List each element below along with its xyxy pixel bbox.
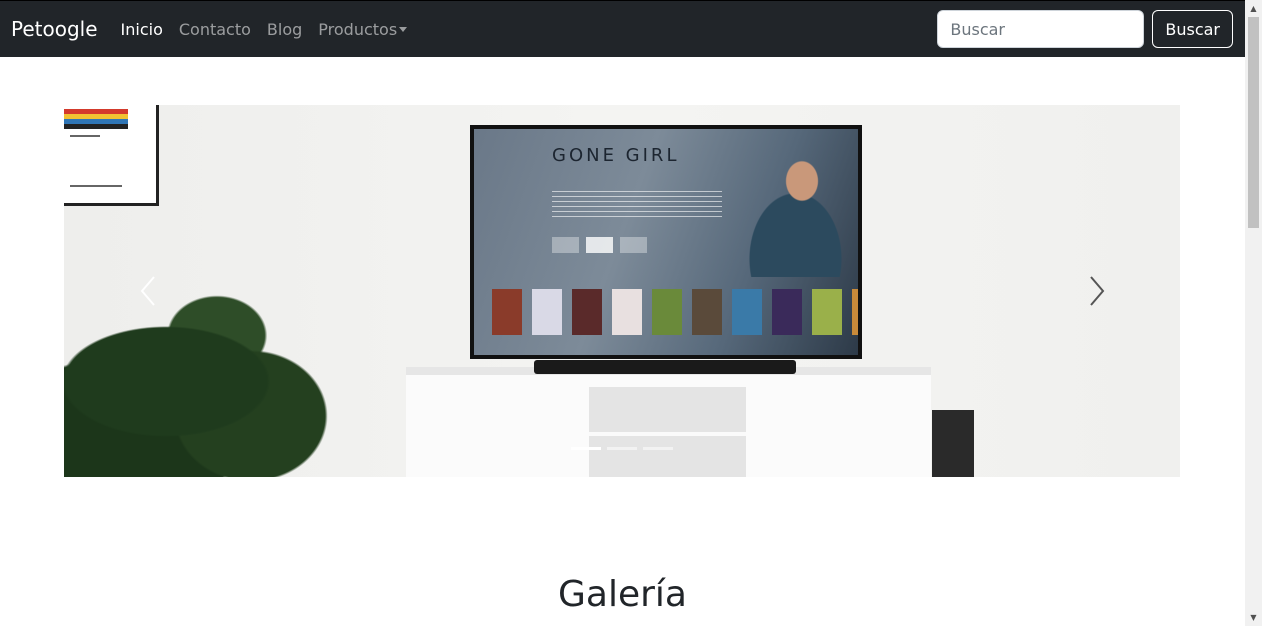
wall-poster-image <box>64 105 159 206</box>
caret-down-icon <box>399 26 408 32</box>
search-button[interactable]: Buscar <box>1152 10 1233 48</box>
scrollbar-thumb[interactable] <box>1248 17 1259 228</box>
search-form: Buscar <box>937 10 1233 48</box>
carousel-indicator-2[interactable] <box>607 447 637 450</box>
nav-dropdown-productos[interactable]: Productos <box>318 19 408 39</box>
tv-cabinet-image <box>406 367 931 477</box>
tv-screen-title: GONE GIRL <box>552 145 680 166</box>
image-carousel: GONE GIRL <box>64 105 1180 477</box>
plant-image <box>64 255 404 477</box>
nav-link-blog[interactable]: Blog <box>267 20 302 39</box>
nav-dropdown-label: Productos <box>318 19 398 39</box>
gallery-section-title: Galería <box>558 574 687 615</box>
vertical-scrollbar[interactable]: ▲ ▼ <box>1245 0 1262 626</box>
scroll-down-icon[interactable]: ▼ <box>1245 609 1262 626</box>
carousel-slide-image: GONE GIRL <box>64 105 1180 477</box>
tv-screen: GONE GIRL <box>474 129 858 355</box>
soundbar-image <box>534 360 796 374</box>
carousel-prev-button[interactable] <box>134 273 164 309</box>
brand-logo[interactable]: Petoogle <box>11 17 98 41</box>
chevron-right-icon <box>1090 276 1105 306</box>
carousel-indicator-3[interactable] <box>643 447 673 450</box>
search-input[interactable] <box>937 10 1145 48</box>
carousel-next-button[interactable] <box>1081 273 1111 309</box>
chevron-left-icon <box>140 276 155 306</box>
carousel-indicator-1[interactable] <box>571 447 601 450</box>
carousel-indicators <box>571 447 673 450</box>
nav-link-inicio[interactable]: Inicio <box>121 20 163 39</box>
nav-link-contacto[interactable]: Contacto <box>179 20 251 39</box>
tv-image: GONE GIRL <box>470 125 862 359</box>
top-navbar: Petoogle Inicio Contacto Blog Productos … <box>0 0 1245 57</box>
speaker-image <box>932 410 974 477</box>
scroll-up-icon[interactable]: ▲ <box>1245 0 1262 17</box>
